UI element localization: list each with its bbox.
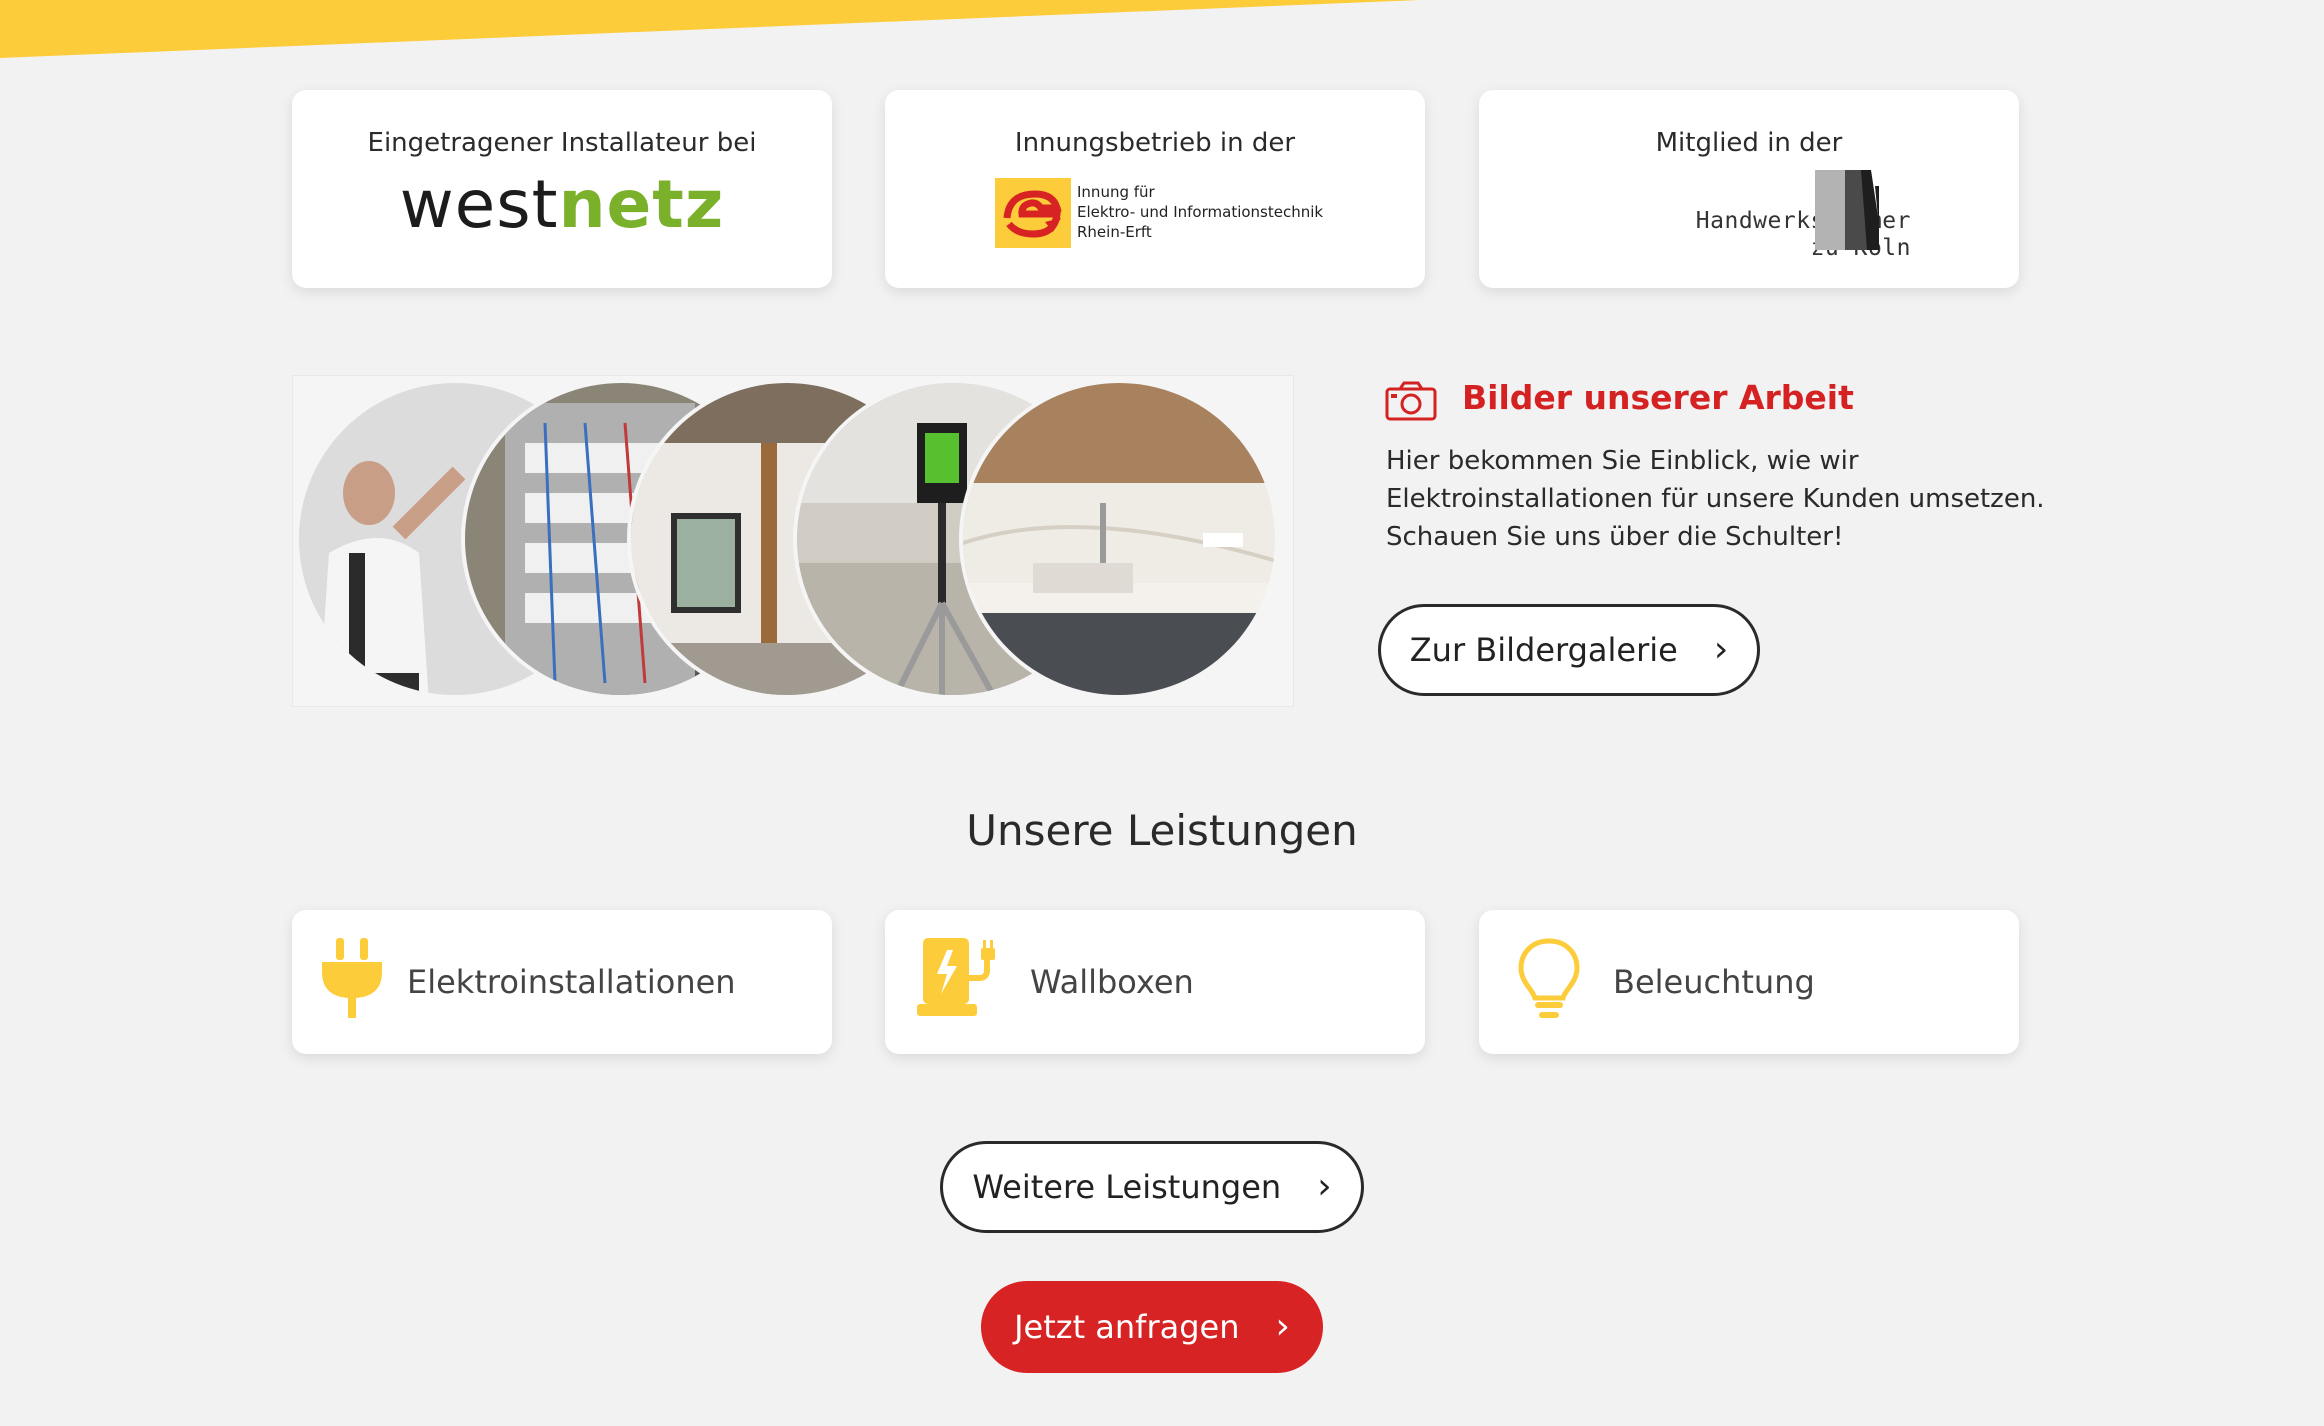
service-card-beleuchtung[interactable]: Beleuchtung bbox=[1479, 910, 2019, 1054]
partner-caption: Mitglied in der bbox=[1655, 128, 1843, 158]
ev-charger-icon bbox=[917, 938, 995, 1016]
chevron-right-icon: › bbox=[1713, 629, 1729, 670]
service-card-wallboxen[interactable]: Wallboxen bbox=[885, 910, 1425, 1054]
plug-icon bbox=[322, 938, 382, 1018]
service-label: Elektroinstallationen bbox=[407, 963, 736, 1001]
hwk-logo-mark bbox=[1815, 170, 1879, 250]
innung-logo: Innung für Elektro- und Informationstech… bbox=[995, 178, 1323, 252]
partner-caption: Innungsbetrieb in der bbox=[1014, 128, 1296, 158]
more-services-button[interactable]: Weitere Leistungen › bbox=[940, 1141, 1364, 1233]
partner-card-hwk: Mitglied in der Handwerkskammer zu Köln bbox=[1479, 90, 2019, 288]
westnetz-logo: westnetz bbox=[399, 166, 725, 243]
partner-card-innung: Innungsbetrieb in der Innung für Elektro… bbox=[885, 90, 1425, 288]
gallery-description: Hier bekommen Sie Einblick, wie wir Elek… bbox=[1386, 446, 2045, 552]
camera-icon bbox=[1385, 381, 1437, 421]
gallery-button[interactable]: Zur Bildergalerie › bbox=[1378, 604, 1760, 696]
service-label: Beleuchtung bbox=[1613, 963, 1815, 1001]
service-label: Wallboxen bbox=[1030, 963, 1194, 1001]
gallery-title: Bilder unserer Arbeit bbox=[1462, 378, 1854, 417]
chevron-right-icon: › bbox=[1317, 1166, 1332, 1207]
request-button[interactable]: Jetzt anfragen › bbox=[981, 1281, 1323, 1373]
lightbulb-icon bbox=[1518, 938, 1580, 1018]
gallery-photo-strip[interactable] bbox=[292, 375, 1294, 707]
photo-kitchen-counter bbox=[959, 379, 1279, 699]
partner-caption: Eingetragener Installateur bei bbox=[367, 128, 757, 158]
service-card-elektroinstallationen[interactable]: Elektroinstallationen bbox=[292, 910, 832, 1054]
chevron-right-icon: › bbox=[1275, 1306, 1290, 1347]
top-accent-stripe bbox=[0, 0, 1420, 58]
partner-card-westnetz: Eingetragener Installateur bei westnetz bbox=[292, 90, 832, 288]
services-title: Unsere Leistungen bbox=[966, 806, 1358, 855]
e-marke-icon bbox=[995, 178, 1071, 248]
